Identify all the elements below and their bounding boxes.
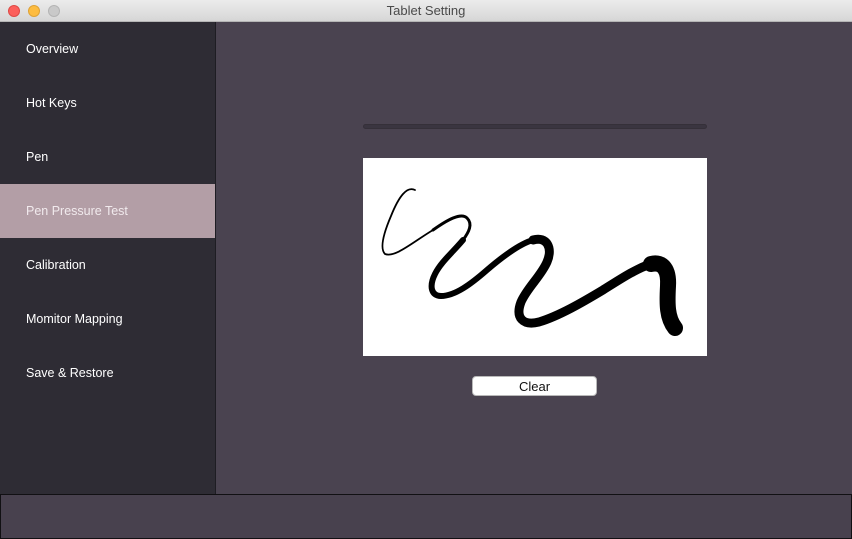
bottom-status-bar — [0, 494, 852, 539]
window-title: Tablet Setting — [386, 3, 466, 18]
pressure-level-bar — [363, 124, 707, 129]
sidebar-item-pen-pressure-test[interactable]: Pen Pressure Test — [0, 184, 215, 238]
clear-button[interactable]: Clear — [472, 376, 597, 396]
sidebar-item-overview[interactable]: Overview — [0, 22, 215, 76]
pen-stroke-drawing — [381, 188, 683, 336]
sidebar-item-pen[interactable]: Pen — [0, 130, 215, 184]
title-bar: Tablet Setting — [0, 0, 852, 22]
drawing-canvas[interactable] — [363, 158, 707, 356]
sidebar-item-hot-keys[interactable]: Hot Keys — [0, 76, 215, 130]
main-panel: Clear — [216, 22, 852, 494]
sidebar-item-calibration[interactable]: Calibration — [0, 238, 215, 292]
sidebar: Overview Hot Keys Pen Pen Pressure Test … — [0, 22, 216, 494]
sidebar-item-monitor-mapping[interactable]: Momitor Mapping — [0, 292, 215, 346]
sidebar-item-save-restore[interactable]: Save & Restore — [0, 346, 215, 400]
